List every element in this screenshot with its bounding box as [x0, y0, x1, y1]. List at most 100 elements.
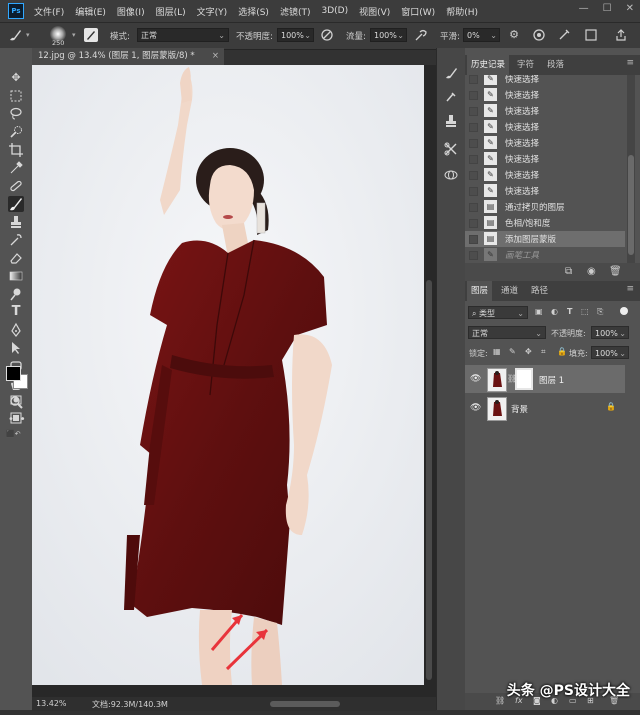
- gradient-tool-icon[interactable]: [8, 268, 24, 284]
- clone-stamp-tool-icon[interactable]: [8, 214, 24, 230]
- link-layers-icon[interactable]: ⛓: [495, 696, 505, 705]
- trash-icon[interactable]: 🗑: [609, 266, 622, 277]
- history-source-checkbox[interactable]: [469, 107, 478, 116]
- share-icon[interactable]: [614, 28, 628, 42]
- menu-edit[interactable]: 编辑(E): [75, 5, 106, 18]
- layer-mask-thumbnail[interactable]: [515, 368, 533, 390]
- history-item[interactable]: ✎ 快速选择: [465, 103, 625, 119]
- tab-paragraph[interactable]: 段落: [543, 55, 568, 75]
- quick-selection-tool-icon[interactable]: [8, 124, 24, 140]
- type-tool-icon[interactable]: T: [8, 304, 24, 320]
- brush-settings-icon[interactable]: [84, 28, 98, 42]
- history-item-selected[interactable]: ▤ 添加图层蒙版: [465, 231, 625, 247]
- type-filter-icon[interactable]: T: [567, 307, 572, 316]
- document-canvas[interactable]: [32, 65, 424, 685]
- history-item[interactable]: ✎ 快速选择: [465, 75, 625, 87]
- smoothing-input[interactable]: 0% ⌄: [463, 28, 500, 42]
- history-source-checkbox[interactable]: [469, 75, 478, 84]
- tool-presets-panel-icon[interactable]: [444, 142, 458, 156]
- layer-row[interactable]: 👁 背景 🔒: [465, 394, 625, 422]
- menu-3d[interactable]: 3D(D): [321, 6, 348, 16]
- workspace-icon[interactable]: [584, 28, 598, 42]
- history-source-checkbox[interactable]: [469, 251, 478, 260]
- menu-image[interactable]: 图像(I): [117, 5, 145, 18]
- tab-channels[interactable]: 通道: [497, 281, 522, 301]
- blend-mode-select[interactable]: 正常 ⌄: [468, 326, 546, 339]
- eyedropper-tool-icon[interactable]: [8, 160, 24, 176]
- history-source-checkbox[interactable]: [469, 171, 478, 180]
- panel-menu-icon[interactable]: ≡: [626, 58, 634, 68]
- photoshop-logo[interactable]: Ps: [8, 3, 24, 19]
- brush-picker-arrow-icon[interactable]: ▾: [72, 31, 76, 39]
- fill-input[interactable]: 100% ⌄: [591, 346, 629, 359]
- adjustment-filter-icon[interactable]: ◐: [551, 307, 558, 316]
- history-source-checkbox[interactable]: [469, 123, 478, 132]
- tab-layers[interactable]: 图层: [467, 281, 493, 301]
- layer-name[interactable]: 图层 1: [539, 374, 564, 386]
- history-item[interactable]: ✎ 快速选择: [465, 151, 625, 167]
- pressure-size-icon[interactable]: [532, 28, 546, 42]
- history-item[interactable]: ✎ 快速选择: [465, 87, 625, 103]
- history-source-checkbox[interactable]: [469, 203, 478, 212]
- mode-select[interactable]: 正常 ⌄: [137, 28, 229, 42]
- flow-input[interactable]: 100% ⌄: [370, 28, 407, 42]
- camera-icon[interactable]: ◉: [587, 266, 596, 277]
- foreground-color-swatch[interactable]: [6, 366, 21, 381]
- vertical-scrollbar[interactable]: [426, 280, 432, 680]
- gear-icon[interactable]: ⚙: [507, 28, 521, 42]
- menu-file[interactable]: 文件(F): [34, 5, 64, 18]
- tool-preset-arrow-icon[interactable]: ▾: [26, 31, 30, 39]
- eye-icon[interactable]: 👁: [470, 403, 481, 413]
- marquee-tool-icon[interactable]: [8, 88, 24, 104]
- menu-filter[interactable]: 滤镜(T): [280, 5, 311, 18]
- layer-name[interactable]: 背景: [511, 403, 528, 415]
- lock-position-icon[interactable]: ✥: [525, 347, 532, 356]
- menu-select[interactable]: 选择(S): [238, 5, 269, 18]
- smart-object-filter-icon[interactable]: ⎘: [597, 307, 603, 317]
- layer-filter-select[interactable]: ⌕ 类型 ⌄: [468, 306, 528, 319]
- layers-empty-area[interactable]: [465, 423, 640, 693]
- history-source-checkbox[interactable]: [469, 139, 478, 148]
- lock-transparency-icon[interactable]: ▦: [493, 347, 501, 356]
- layer-opacity-input[interactable]: 100% ⌄: [591, 326, 629, 339]
- history-source-checkbox[interactable]: [469, 91, 478, 100]
- brush-tool-icon[interactable]: [8, 28, 22, 42]
- layer-thumbnail[interactable]: [487, 368, 507, 392]
- brushes-panel-icon[interactable]: [444, 90, 458, 104]
- history-item-future[interactable]: ✎ 画笔工具: [465, 247, 625, 263]
- tab-paths[interactable]: 路径: [527, 281, 552, 301]
- tab-history[interactable]: 历史记录: [467, 55, 510, 75]
- history-source-checkbox[interactable]: [469, 155, 478, 164]
- pen-tool-icon[interactable]: [8, 322, 24, 338]
- healing-brush-tool-icon[interactable]: [8, 178, 24, 194]
- history-item[interactable]: ▤ 通过拷贝的图层: [465, 199, 625, 215]
- path-selection-tool-icon[interactable]: [8, 340, 24, 356]
- panel-menu-icon[interactable]: ≡: [626, 284, 634, 294]
- history-source-checkbox[interactable]: [469, 235, 478, 244]
- close-tab-icon[interactable]: ×: [212, 48, 219, 65]
- menu-window[interactable]: 窗口(W): [401, 5, 435, 18]
- shape-filter-icon[interactable]: ⬚: [581, 307, 589, 316]
- menu-type[interactable]: 文字(Y): [197, 5, 228, 18]
- document-tab[interactable]: 12.jpg @ 13.4% (图层 1, 图层蒙版/8) * ×: [32, 48, 224, 65]
- brush-tool-icon[interactable]: [8, 196, 24, 212]
- clone-source-panel-icon[interactable]: [444, 114, 458, 128]
- opacity-input[interactable]: 100% ⌄: [277, 28, 314, 42]
- 3d-panel-icon[interactable]: [444, 168, 458, 182]
- filter-toggle-icon[interactable]: [620, 307, 628, 315]
- crop-tool-icon[interactable]: [8, 142, 24, 158]
- history-source-checkbox[interactable]: [469, 219, 478, 228]
- layer-thumbnail[interactable]: [487, 397, 507, 421]
- zoom-level[interactable]: 13.42%: [36, 699, 67, 708]
- menu-layer[interactable]: 图层(L): [156, 5, 186, 18]
- dodge-tool-icon[interactable]: [8, 286, 24, 302]
- maximize-button[interactable]: ☐: [603, 3, 612, 14]
- layer-row-selected[interactable]: 👁 ⛓ 图层 1: [465, 365, 625, 393]
- symmetry-icon[interactable]: [557, 28, 571, 42]
- tab-character[interactable]: 字符: [513, 55, 538, 75]
- history-scrollbar[interactable]: [627, 75, 635, 263]
- lasso-tool-icon[interactable]: [8, 106, 24, 122]
- menu-view[interactable]: 视图(V): [359, 5, 390, 18]
- pixel-filter-icon[interactable]: ▣: [535, 307, 543, 316]
- lock-all-icon[interactable]: 🔒: [557, 347, 567, 356]
